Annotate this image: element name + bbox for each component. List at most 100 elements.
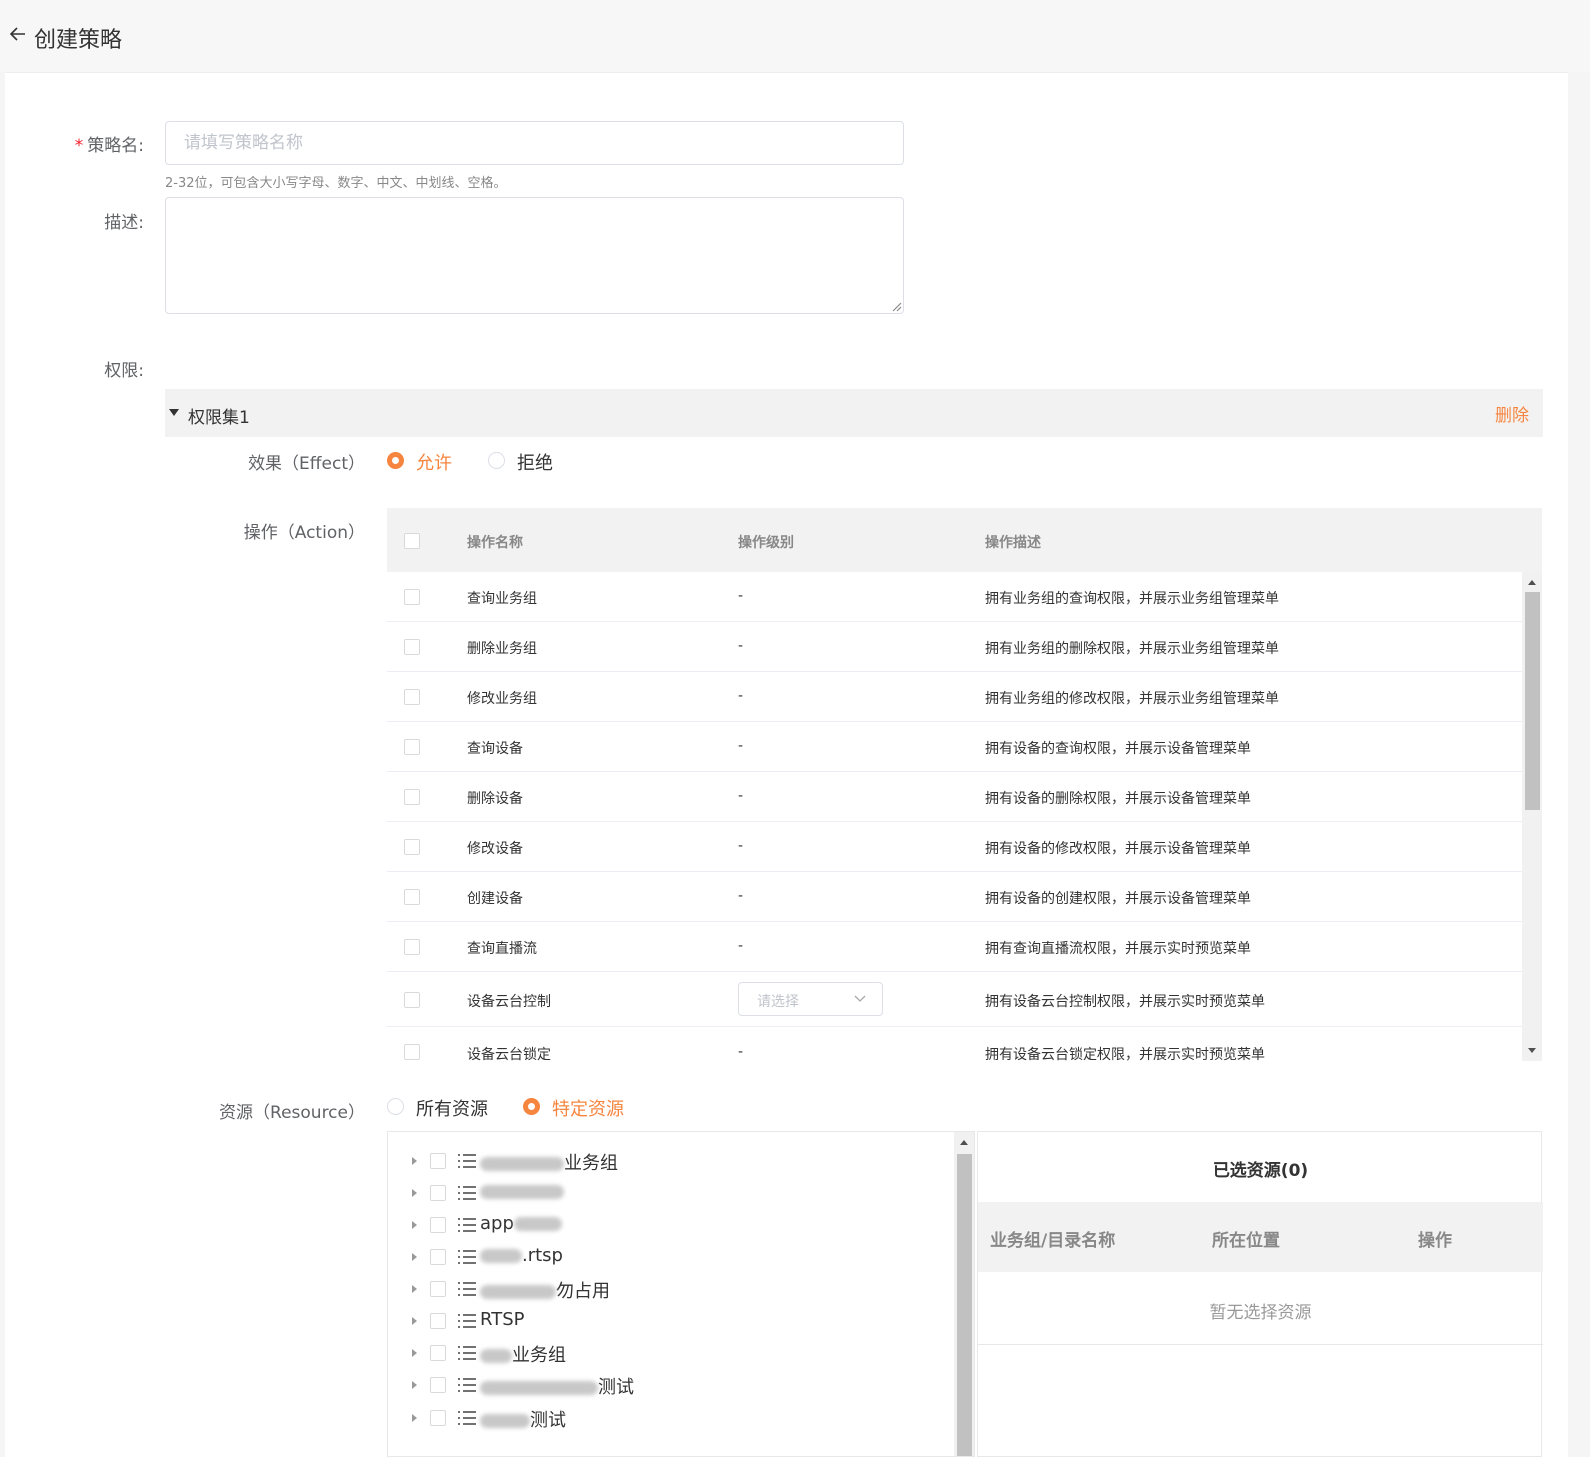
row-checkbox[interactable] (404, 939, 420, 955)
column-header: 操作描述 (985, 535, 1041, 551)
tree-node[interactable]: 测试 (388, 1402, 958, 1434)
action-name: 修改设备 (467, 841, 523, 857)
table-row[interactable]: 设备云台控制 请选择 拥有设备云台控制权限，并展示实时预览菜单 (387, 972, 1522, 1027)
tree-node-checkbox[interactable] (430, 1217, 446, 1233)
tree-node[interactable]: app (388, 1209, 958, 1241)
list-icon (458, 1186, 476, 1200)
tree-node-checkbox[interactable] (430, 1249, 446, 1265)
redacted-text (513, 1217, 562, 1231)
scroll-up-icon[interactable] (1528, 580, 1536, 585)
action-name: 设备云台锁定 (467, 1047, 551, 1061)
row-checkbox[interactable] (404, 589, 420, 605)
tree-node-label: 业务组 (480, 1341, 566, 1367)
effect-label: 效果（Effect） (248, 454, 365, 474)
resource-all-label[interactable]: 所有资源 (416, 1095, 488, 1121)
table-row[interactable]: 删除业务组 - 拥有业务组的删除权限，并展示业务组管理菜单 (387, 622, 1522, 672)
list-icon (458, 1378, 476, 1392)
list-icon (458, 1314, 476, 1328)
row-checkbox[interactable] (404, 639, 420, 655)
resource-tree-scrollbar[interactable] (954, 1132, 974, 1456)
table-row[interactable]: 删除设备 - 拥有设备的删除权限，并展示设备管理菜单 (387, 772, 1522, 822)
row-checkbox[interactable] (404, 889, 420, 905)
list-icon (458, 1282, 476, 1296)
policy-name-input[interactable] (165, 121, 904, 165)
action-table-scrollbar[interactable] (1522, 572, 1542, 1061)
caret-right-icon[interactable] (412, 1189, 417, 1197)
row-checkbox[interactable] (404, 1044, 420, 1060)
caret-right-icon[interactable] (412, 1349, 417, 1357)
row-checkbox[interactable] (404, 689, 420, 705)
tree-node-checkbox[interactable] (430, 1185, 446, 1201)
resource-specific-label[interactable]: 特定资源 (552, 1095, 624, 1121)
table-row[interactable]: 查询直播流 - 拥有查询直播流权限，并展示实时预览菜单 (387, 922, 1522, 972)
caret-right-icon[interactable] (412, 1253, 417, 1261)
scroll-down-icon[interactable] (1528, 1048, 1536, 1053)
action-level: - (738, 938, 744, 954)
action-level: - (738, 1044, 744, 1060)
tree-node[interactable]: .rtsp (388, 1241, 958, 1273)
tree-node-checkbox[interactable] (430, 1313, 446, 1329)
table-row[interactable]: 查询业务组 - 拥有业务组的查询权限，并展示业务组管理菜单 (387, 572, 1522, 622)
row-checkbox[interactable] (404, 789, 420, 805)
tree-node[interactable]: RTSP (388, 1305, 958, 1337)
action-desc: 拥有业务组的查询权限，并展示业务组管理菜单 (985, 591, 1279, 607)
tree-node-checkbox[interactable] (430, 1153, 446, 1169)
action-level: - (738, 738, 744, 754)
action-desc: 拥有设备的创建权限，并展示设备管理菜单 (985, 891, 1251, 907)
column-header: 所在位置 (1212, 1231, 1280, 1251)
table-row[interactable]: 修改设备 - 拥有设备的修改权限，并展示设备管理菜单 (387, 822, 1522, 872)
action-desc: 拥有查询直播流权限，并展示实时预览菜单 (985, 941, 1251, 957)
redacted-text (480, 1249, 522, 1263)
table-row[interactable]: 查询设备 - 拥有设备的查询权限，并展示设备管理菜单 (387, 722, 1522, 772)
resize-grip-icon[interactable] (890, 300, 902, 312)
caret-right-icon[interactable] (412, 1414, 417, 1422)
table-row[interactable]: 设备云台锁定 - 拥有设备云台锁定权限，并展示实时预览菜单 (387, 1027, 1522, 1061)
tree-node[interactable]: 勿占用 (388, 1273, 958, 1305)
action-level: - (738, 588, 744, 604)
column-header: 操作名称 (467, 535, 523, 551)
delete-permission-set-link[interactable]: 删除 (1495, 401, 1529, 426)
caret-right-icon[interactable] (412, 1285, 417, 1293)
effect-deny-label[interactable]: 拒绝 (517, 449, 553, 475)
tree-node[interactable]: 业务组 (388, 1337, 958, 1369)
action-name: 删除业务组 (467, 641, 537, 657)
row-checkbox[interactable] (404, 992, 420, 1008)
table-row[interactable]: 创建设备 - 拥有设备的创建权限，并展示设备管理菜单 (387, 872, 1522, 922)
column-header: 操作 (1418, 1231, 1452, 1251)
action-name: 设备云台控制 (467, 994, 551, 1010)
caret-right-icon[interactable] (412, 1381, 417, 1389)
tree-node-label: app (480, 1213, 562, 1234)
tree-node-checkbox[interactable] (430, 1410, 446, 1426)
caret-right-icon[interactable] (412, 1317, 417, 1325)
caret-right-icon[interactable] (412, 1221, 417, 1229)
selected-resources-title: 已选资源(0) (1212, 1161, 1309, 1181)
caret-down-icon[interactable] (169, 409, 179, 416)
select-all-checkbox[interactable] (404, 533, 420, 549)
tree-node-label: 勿占用 (480, 1277, 610, 1303)
row-checkbox[interactable] (404, 739, 420, 755)
row-checkbox[interactable] (404, 839, 420, 855)
tree-node-checkbox[interactable] (430, 1345, 446, 1361)
tree-node[interactable] (388, 1177, 958, 1209)
resource-specific-radio[interactable] (523, 1098, 540, 1115)
tree-node-label: RTSP (480, 1309, 525, 1330)
tree-node[interactable]: 业务组 (388, 1145, 958, 1177)
effect-allow-label[interactable]: 允许 (416, 449, 452, 475)
effect-deny-radio[interactable] (488, 452, 505, 469)
tree-node-checkbox[interactable] (430, 1377, 446, 1393)
scrollbar-thumb[interactable] (957, 1154, 972, 1456)
action-level-select[interactable]: 请选择 (738, 982, 883, 1016)
scroll-up-icon[interactable] (960, 1140, 968, 1145)
effect-allow-radio[interactable] (387, 452, 404, 469)
caret-right-icon[interactable] (412, 1157, 417, 1165)
resource-all-radio[interactable] (387, 1098, 404, 1115)
list-icon (458, 1346, 476, 1360)
tree-node-checkbox[interactable] (430, 1281, 446, 1297)
action-table-body: 查询业务组 - 拥有业务组的查询权限，并展示业务组管理菜单 删除业务组 - 拥有… (387, 572, 1522, 1061)
permission-set-header[interactable]: 权限集1 删除 (165, 389, 1543, 437)
tree-node[interactable]: 测试 (388, 1369, 958, 1401)
table-row[interactable]: 修改业务组 - 拥有业务组的修改权限，并展示业务组管理菜单 (387, 672, 1522, 722)
scrollbar-thumb[interactable] (1525, 592, 1540, 810)
description-textarea[interactable] (165, 197, 904, 314)
arrow-left-icon[interactable] (8, 24, 28, 44)
